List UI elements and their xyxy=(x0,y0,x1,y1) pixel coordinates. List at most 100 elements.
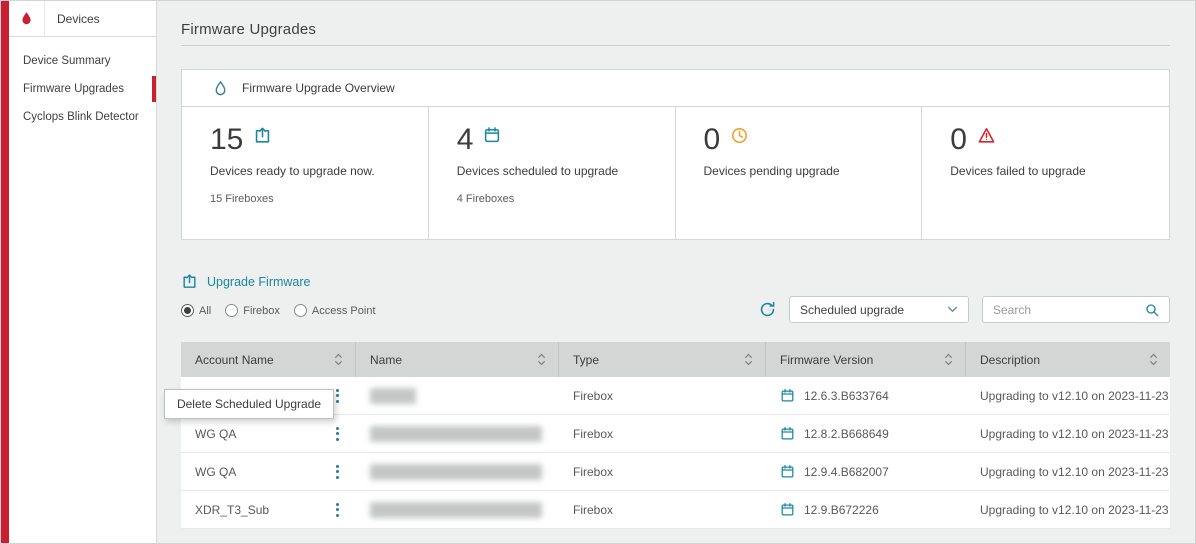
sidebar-section-devices[interactable]: Devices xyxy=(9,1,156,37)
radio-icon[interactable] xyxy=(294,304,307,317)
sidebar: Devices Device Summary Firmware Upgrades… xyxy=(9,1,157,543)
type-cell: Firebox xyxy=(559,453,766,490)
name-cell xyxy=(356,491,559,528)
search-icon xyxy=(1144,302,1160,318)
sidebar-item-label: Firmware Upgrades xyxy=(23,83,124,95)
name-cell xyxy=(356,377,559,414)
sidebar-item-device-summary[interactable]: Device Summary xyxy=(9,47,156,75)
description-text: Upgrading to v12.10 on 2023-11-23 ... xyxy=(980,465,1170,479)
column-header-account-name[interactable]: Account Name xyxy=(181,342,356,377)
table-row: WG QA Firebox 12.9.4.B682007 Upgrading t… xyxy=(181,453,1170,491)
column-header-description[interactable]: Description xyxy=(966,342,1170,377)
firmware-version-cell: 12.6.3.B633764 xyxy=(766,377,966,414)
sidebar-item-label: Device Summary xyxy=(23,55,111,67)
stat-sublabel: 15 Fireboxes xyxy=(210,193,410,205)
overview-card-header: Firmware Upgrade Overview xyxy=(182,70,1169,107)
overview-card-title: Firmware Upgrade Overview xyxy=(242,81,395,95)
column-label: Type xyxy=(573,353,599,367)
sidebar-item-firmware-upgrades[interactable]: Firmware Upgrades xyxy=(9,75,156,103)
redacted-name xyxy=(370,502,542,518)
stat-label: Devices failed to upgrade xyxy=(950,164,1151,178)
device-type: Firebox xyxy=(573,503,613,517)
radio-icon[interactable] xyxy=(225,304,238,317)
description-text: Upgrading to v12.10 on 2023-11-23 ... xyxy=(980,503,1170,517)
firmware-version: 12.6.3.B633764 xyxy=(804,389,889,403)
upgrade-status-dropdown[interactable]: Scheduled upgrade xyxy=(789,296,969,323)
delete-scheduled-upgrade-menu-item[interactable]: Delete Scheduled Upgrade xyxy=(165,390,333,418)
type-cell: Firebox xyxy=(559,491,766,528)
watchguard-drop-logo-icon xyxy=(9,1,45,37)
row-menu-button[interactable] xyxy=(331,461,344,483)
stat-sublabel: 4 Fireboxes xyxy=(457,193,657,205)
sort-icon xyxy=(944,352,953,367)
sidebar-item-cyclops-blink-detector[interactable]: Cyclops Blink Detector xyxy=(9,103,156,131)
row-menu-button[interactable] xyxy=(331,499,344,521)
device-type-filter: All Firebox Access Point xyxy=(181,304,376,317)
calendar-icon xyxy=(780,388,795,403)
column-header-name[interactable]: Name xyxy=(356,342,559,377)
row-menu-button[interactable] xyxy=(331,423,344,445)
stat-devices-failed: 0 Devices failed to upgrade xyxy=(922,107,1169,239)
account-name-cell: WG QA xyxy=(181,453,356,490)
radio-icon[interactable] xyxy=(181,304,194,317)
redacted-name xyxy=(370,464,542,480)
filter-radio-access-point[interactable]: Access Point xyxy=(294,304,376,317)
name-cell xyxy=(356,453,559,490)
row-context-menu: Delete Scheduled Upgrade xyxy=(164,389,334,419)
filter-radio-all[interactable]: All xyxy=(181,304,211,317)
filter-toolbar: All Firebox Access Point Scheduled upgra… xyxy=(181,296,1170,323)
device-type: Firebox xyxy=(573,465,613,479)
account-name-cell: WG QA xyxy=(181,415,356,452)
column-label: Description xyxy=(980,353,1040,367)
device-type: Firebox xyxy=(573,389,613,403)
firmware-version: 12.9.4.B682007 xyxy=(804,465,889,479)
filter-label: All xyxy=(199,305,211,317)
stat-label: Devices scheduled to upgrade xyxy=(457,164,657,178)
stat-value: 0 xyxy=(704,125,721,155)
table-row: XDR_T3_Sub Firebox 12.9.B672226 Upgradin… xyxy=(181,491,1170,529)
search-input[interactable] xyxy=(993,303,1144,317)
description-cell: Upgrading to v12.10 on 2023-11-23 ... xyxy=(966,453,1170,490)
column-label: Name xyxy=(370,353,402,367)
warning-icon xyxy=(977,126,996,145)
firmware-version: 12.9.B672226 xyxy=(804,503,879,517)
table-row: WG QA Firebox 12.8.2.B668649 Upgrading t… xyxy=(181,415,1170,453)
upload-icon xyxy=(181,273,198,290)
stat-label: Devices pending upgrade xyxy=(704,164,904,178)
calendar-icon xyxy=(780,502,795,517)
description-cell: Upgrading to v12.10 on 2023-11-23 ... xyxy=(966,491,1170,528)
firmware-version-cell: 12.9.4.B682007 xyxy=(766,453,966,490)
firmware-upgrade-overview-card: Firmware Upgrade Overview 15 Devices rea… xyxy=(181,69,1170,240)
firmware-version-cell: 12.8.2.B668649 xyxy=(766,415,966,452)
redacted-name xyxy=(370,426,542,442)
sort-icon xyxy=(537,352,546,367)
chevron-down-icon xyxy=(947,306,958,313)
refresh-button[interactable] xyxy=(758,300,777,319)
type-cell: Firebox xyxy=(559,415,766,452)
firmware-version-cell: 12.9.B672226 xyxy=(766,491,966,528)
search-box xyxy=(982,296,1170,323)
stat-devices-scheduled: 4 Devices scheduled to upgrade 4 Firebox… xyxy=(429,107,676,239)
dropdown-selected-value: Scheduled upgrade xyxy=(800,303,904,317)
firmware-drop-icon xyxy=(212,80,229,97)
firmware-version: 12.8.2.B668649 xyxy=(804,427,889,441)
redacted-name xyxy=(370,388,416,404)
column-header-firmware-version[interactable]: Firmware Version xyxy=(766,342,966,377)
device-type: Firebox xyxy=(573,427,613,441)
column-header-type[interactable]: Type xyxy=(559,342,766,377)
title-divider xyxy=(181,45,1170,46)
upgrade-firmware-button[interactable]: Upgrade Firmware xyxy=(181,273,311,290)
column-label: Firmware Version xyxy=(780,353,873,367)
filter-label: Firebox xyxy=(243,305,280,317)
type-cell: Firebox xyxy=(559,377,766,414)
sort-icon xyxy=(1149,352,1158,367)
stat-value: 4 xyxy=(457,125,474,155)
filter-radio-firebox[interactable]: Firebox xyxy=(225,304,280,317)
description-cell: Upgrading to v12.10 on 2023-11-23 ... xyxy=(966,377,1170,414)
sidebar-item-label: Cyclops Blink Detector xyxy=(23,111,139,123)
account-name: WG QA xyxy=(195,427,236,441)
account-name: XDR_T3_Sub xyxy=(195,503,269,517)
calendar-icon xyxy=(780,426,795,441)
app-window: Devices Device Summary Firmware Upgrades… xyxy=(0,0,1196,544)
account-name: WG QA xyxy=(195,465,236,479)
